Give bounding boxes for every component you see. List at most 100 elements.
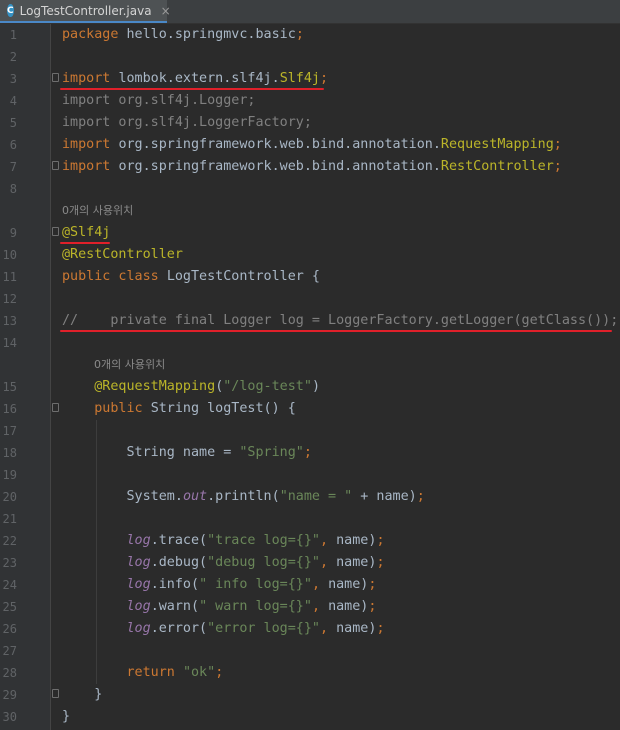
code-line[interactable]: 14: [0, 332, 620, 354]
code-token: "name = ": [279, 489, 353, 504]
code-token: log: [126, 577, 151, 592]
code-token: ;: [416, 489, 425, 504]
fold-marker-icon[interactable]: [52, 73, 59, 82]
line-number: 9: [9, 226, 17, 240]
code-token: log: [126, 599, 151, 614]
code-token: .info(: [150, 577, 200, 592]
code-token: name): [336, 555, 377, 570]
code-token: ;: [303, 445, 312, 460]
code-line[interactable]: 17: [0, 420, 620, 442]
code-token: log: [126, 533, 151, 548]
code-line[interactable]: 29 }: [0, 684, 620, 706]
fold-marker-icon[interactable]: [52, 161, 59, 170]
code-token: ,: [320, 621, 337, 636]
code-line[interactable]: 19: [0, 464, 620, 486]
fold-marker-icon[interactable]: [52, 689, 59, 698]
code-token: ,: [320, 533, 337, 548]
line-number: 2: [9, 50, 17, 64]
code-line[interactable]: 10 @RestController: [0, 244, 620, 266]
line-number: 22: [2, 534, 17, 548]
line-number: 23: [2, 556, 17, 570]
code-text: log.warn(" warn log={}", name);: [62, 596, 377, 618]
code-line[interactable]: 5 import org.slf4j.LoggerFactory;: [0, 112, 620, 134]
code-line[interactable]: 16 public String logTest() {: [0, 398, 620, 420]
code-line[interactable]: 21: [0, 508, 620, 530]
code-token: .warn(: [150, 599, 200, 614]
code-line[interactable]: 8: [0, 178, 620, 200]
code-text: String name = "Spring";: [62, 442, 312, 464]
code-text: import org.springframework.web.bind.anno…: [62, 134, 562, 156]
code-line[interactable]: 11 public class LogTestController {: [0, 266, 620, 288]
indent-guide: [96, 420, 97, 684]
code-token: RequestMapping: [440, 137, 554, 152]
tab-logtestcontroller[interactable]: C LogTestController.java ×: [0, 0, 171, 23]
code-text: }: [62, 684, 102, 706]
code-line[interactable]: 9 @Slf4j: [0, 222, 620, 244]
code-line[interactable]: 30}: [0, 706, 620, 728]
code-line[interactable]: 1 package hello.springmvc.basic;: [0, 24, 620, 46]
code-line[interactable]: 20 System.out.println("name = " + name);: [0, 486, 620, 508]
line-number: 14: [2, 336, 17, 350]
line-number: 1: [9, 28, 17, 42]
code-token: ;: [553, 137, 562, 152]
code-token: import org.slf4j.LoggerFactory;: [62, 115, 312, 130]
code-line[interactable]: 27: [0, 640, 620, 662]
code-line[interactable]: 3 import lombok.extern.slf4j.Slf4j;: [0, 68, 620, 90]
line-number: 20: [2, 490, 17, 504]
code-token: log: [126, 621, 151, 636]
line-number: 7: [9, 160, 17, 174]
code-token: name): [336, 621, 377, 636]
code-line[interactable]: 2: [0, 46, 620, 68]
code-token: out: [182, 489, 208, 504]
code-line[interactable]: 25 log.warn(" warn log={}", name);: [0, 596, 620, 618]
code-token: ;: [376, 621, 385, 636]
code-text: System.out.println("name = " + name);: [62, 486, 425, 508]
line-number: 15: [2, 380, 17, 394]
code-line[interactable]: 15 @RequestMapping("/log-test"): [0, 376, 620, 398]
code-token: ): [311, 379, 320, 394]
code-token: import: [62, 137, 119, 152]
code-text: package hello.springmvc.basic;: [62, 24, 304, 46]
code-line[interactable]: 7 import org.springframework.web.bind.ann…: [0, 156, 620, 178]
code-line[interactable]: 26 log.error("error log={}", name);: [0, 618, 620, 640]
code-token: "error log={}": [207, 621, 320, 636]
line-number: 8: [9, 182, 17, 196]
code-line[interactable]: 18 String name = "Spring";: [0, 442, 620, 464]
code-token: ,: [311, 599, 329, 614]
code-line[interactable]: 4 import org.slf4j.Logger;: [0, 90, 620, 112]
line-number: 4: [9, 94, 17, 108]
code-token: org.springframework.web.bind.annotation.: [118, 159, 441, 174]
highlight-underline: [60, 242, 110, 244]
fold-marker-icon[interactable]: [52, 403, 59, 412]
fold-marker-icon[interactable]: [52, 227, 59, 236]
code-text: }: [62, 706, 70, 728]
code-line[interactable]: 28 return "ok";: [0, 662, 620, 684]
highlight-underline: [60, 88, 324, 90]
usage-hint[interactable]: 0개의 사용위치: [94, 354, 165, 376]
code-line[interactable]: 6 import org.springframework.web.bind.ann…: [0, 134, 620, 156]
line-number: 10: [2, 248, 17, 262]
code-text: log.debug("debug log={}", name);: [62, 552, 385, 574]
code-line[interactable]: 22 log.trace("trace log={}", name);: [0, 530, 620, 552]
code-token: public: [94, 401, 151, 416]
code-text: @RequestMapping("/log-test"): [62, 376, 320, 398]
code-line[interactable]: 23 log.debug("debug log={}", name);: [0, 552, 620, 574]
close-icon[interactable]: ×: [161, 4, 171, 18]
usage-hint[interactable]: 0개의 사용위치: [62, 200, 133, 222]
line-number: 29: [2, 688, 17, 702]
code-line[interactable]: 24 log.info(" info log={}", name);: [0, 574, 620, 596]
code-text: log.info(" info log={}", name);: [62, 574, 377, 596]
line-number: 3: [9, 72, 17, 86]
code-token: @RequestMapping: [94, 379, 216, 394]
code-token: Slf4j: [279, 71, 320, 86]
code-text: import lombok.extern.slf4j.Slf4j;: [62, 68, 328, 90]
code-token: log: [126, 555, 151, 570]
code-line[interactable]: 12: [0, 288, 620, 310]
java-class-icon: C: [7, 4, 14, 17]
code-line[interactable]: 13 // private final Logger log = LoggerFa…: [0, 310, 620, 332]
code-token: ;: [215, 665, 224, 680]
highlight-underline: [60, 330, 612, 332]
